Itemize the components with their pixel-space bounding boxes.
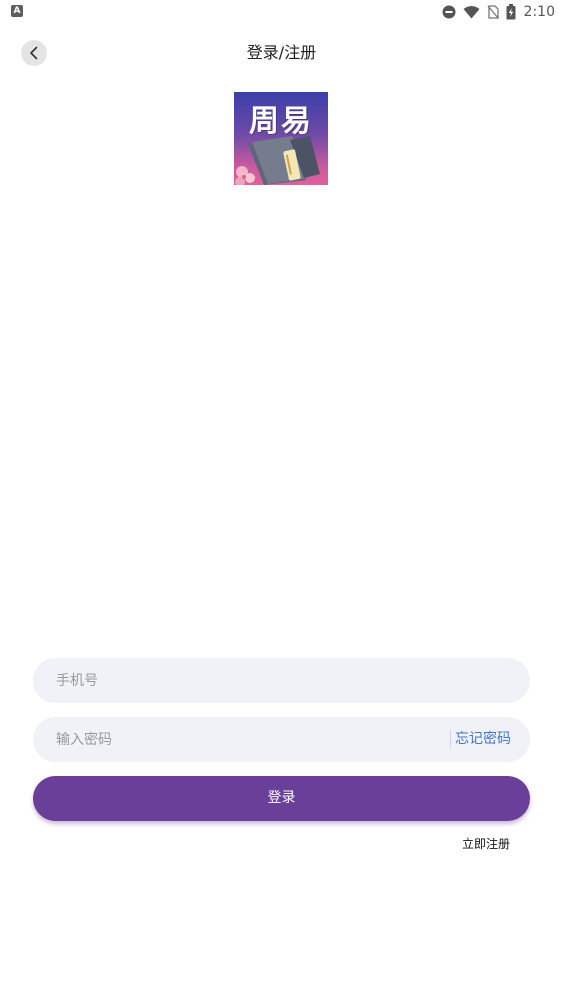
- page-title: 登录/注册: [246, 43, 317, 62]
- login-button[interactable]: 登录: [33, 776, 530, 821]
- app-logo: 周易: [234, 92, 328, 185]
- phone-field-container: [33, 658, 530, 703]
- app-notification-icon: A: [11, 5, 23, 17]
- field-divider: [450, 730, 451, 749]
- do-not-disturb-icon: [442, 5, 456, 19]
- password-input[interactable]: [56, 717, 436, 762]
- logo-text: 周易: [249, 104, 313, 139]
- status-bar: A 2:10: [0, 0, 563, 24]
- phone-input[interactable]: [56, 658, 436, 703]
- status-time: 2:10: [523, 4, 555, 20]
- wifi-icon: [463, 6, 480, 19]
- battery-charging-icon: [506, 4, 516, 20]
- no-sim-icon: [487, 5, 499, 19]
- forgot-password-link[interactable]: 忘记密码: [455, 717, 511, 762]
- password-field-container: 忘记密码: [33, 717, 530, 762]
- register-link[interactable]: 立即注册: [462, 835, 510, 852]
- status-icons: 2:10: [435, 3, 555, 21]
